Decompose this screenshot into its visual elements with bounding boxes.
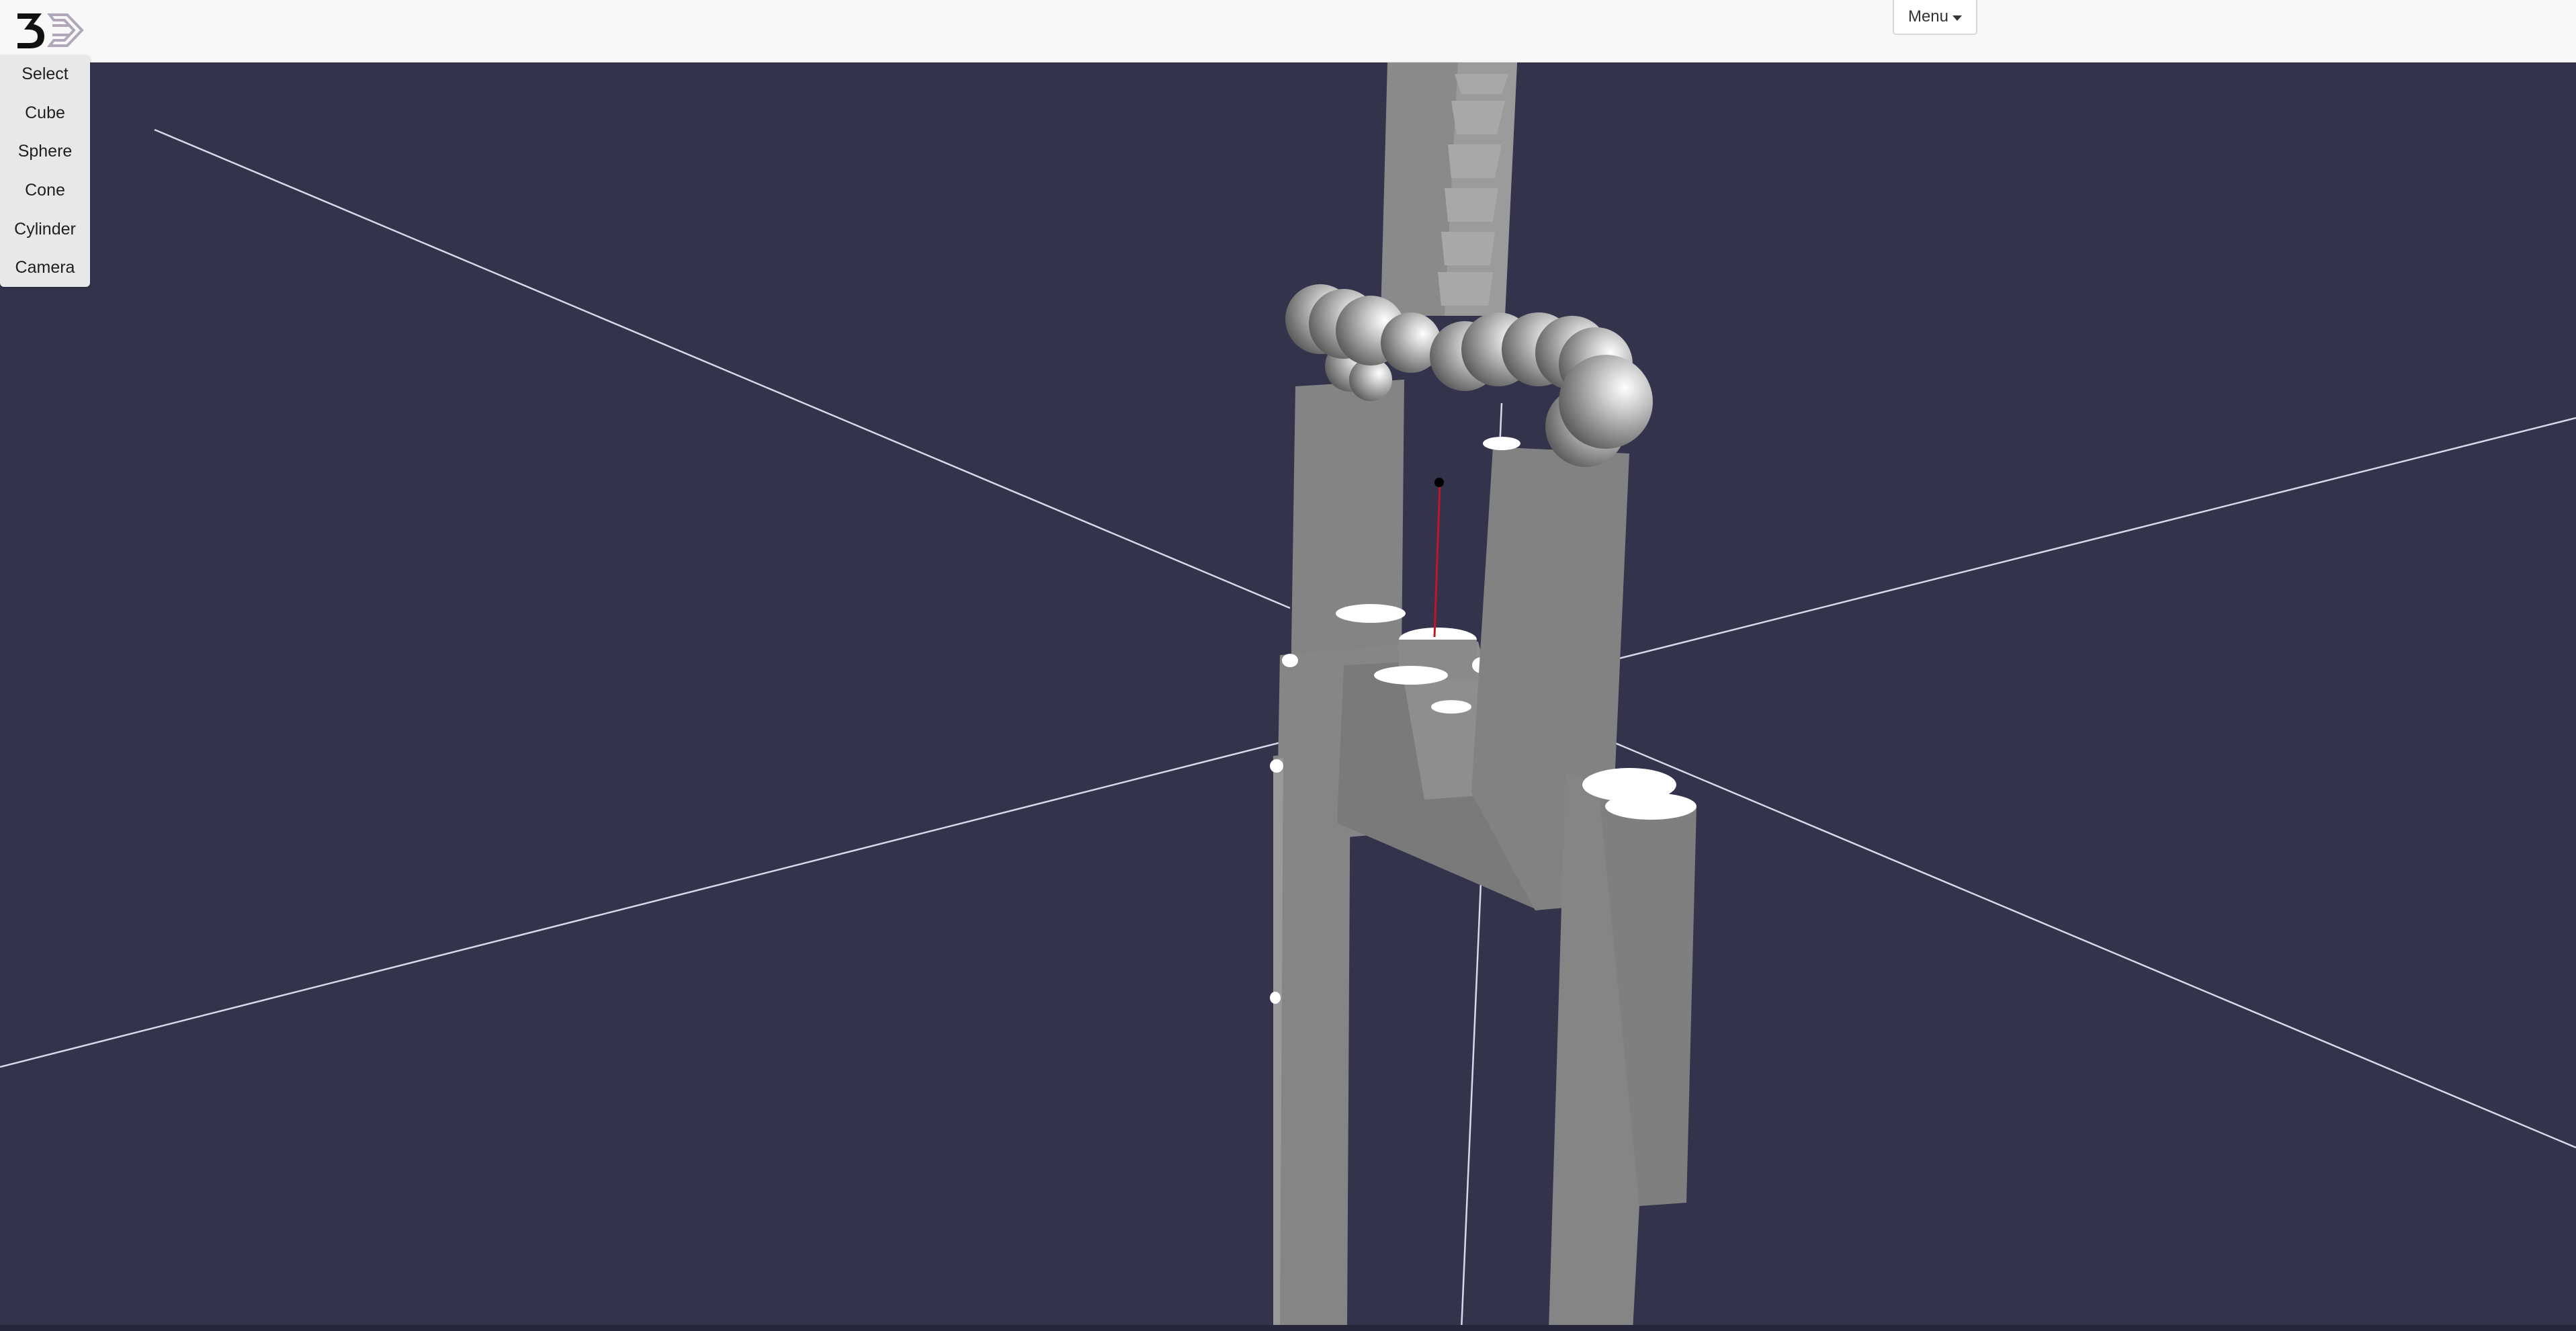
upper-tower [1381, 62, 1517, 316]
menu-label: Menu [1907, 7, 1949, 26]
menu-dropdown-button[interactable]: Menu [1893, 0, 1977, 35]
left-column-group [1270, 380, 1406, 1327]
3d-viewport[interactable] [0, 62, 2576, 1331]
top-navbar: Menu [0, 0, 2576, 62]
caret-down-icon [1952, 15, 1963, 21]
threejs-editor-logo-icon[interactable] [15, 9, 85, 51]
